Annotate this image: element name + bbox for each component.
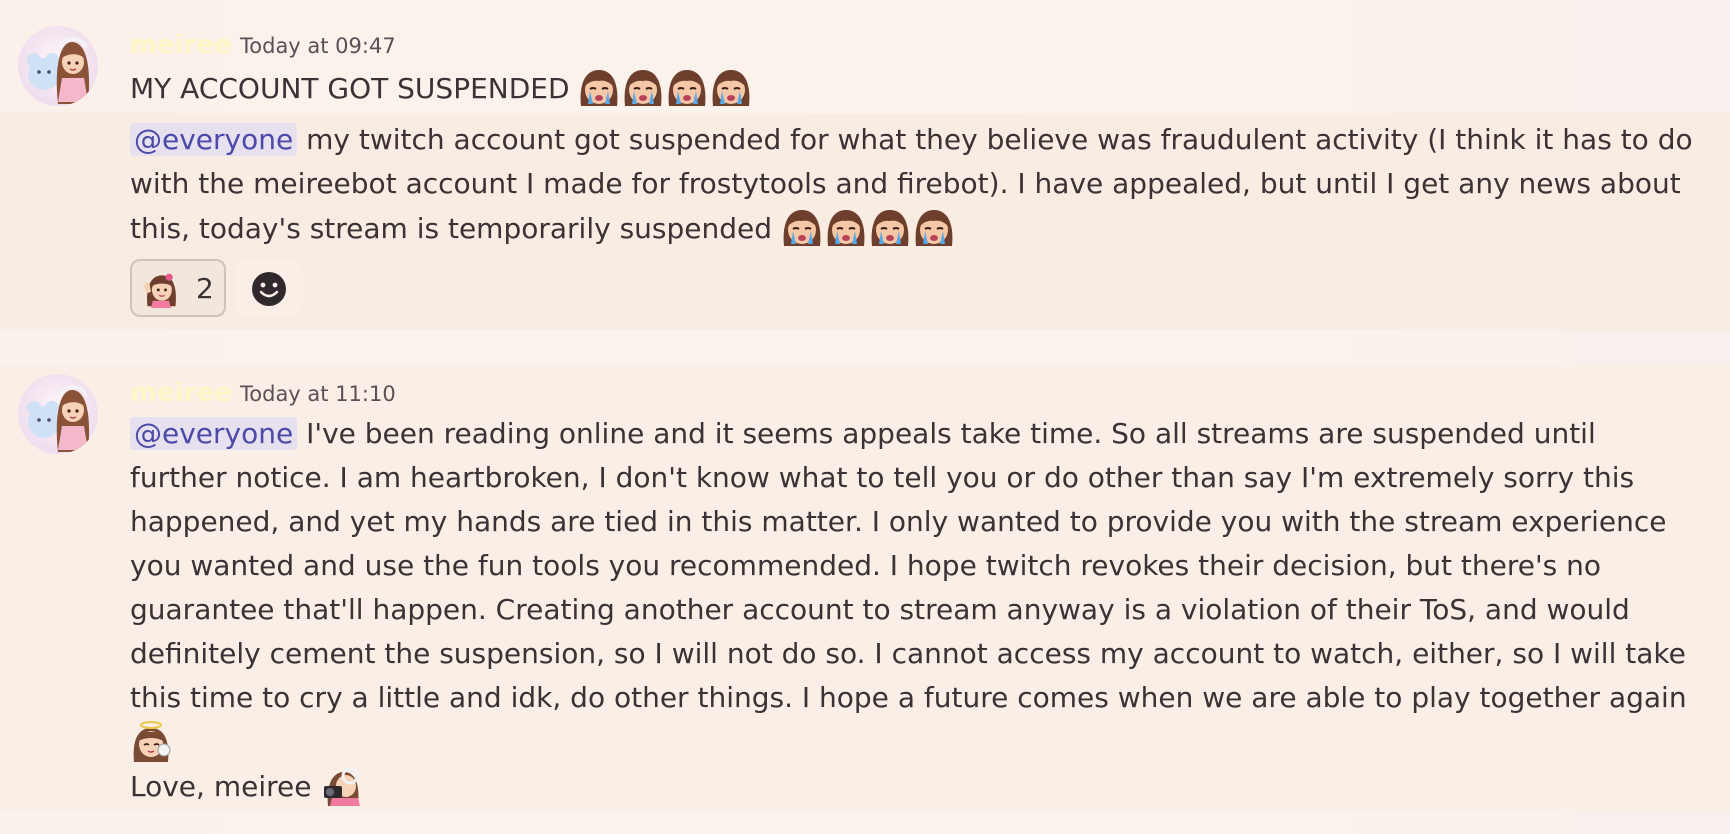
crying-girl-emoji [825, 206, 867, 248]
reaction-button[interactable]: 2 [130, 259, 226, 317]
timestamp[interactable]: Today at 11:10 [240, 382, 396, 406]
message-text-line: guarantee that'll happen. Creating anoth… [130, 593, 1630, 626]
mention-everyone[interactable]: @everyone [130, 123, 298, 156]
avatar[interactable] [18, 26, 98, 106]
crying-girl-emoji [666, 66, 708, 108]
message-1: meiree Today at 09:47 MY ACCOUNT GOT SUS… [0, 0, 1730, 330]
message-text: this, today's stream is temporarily susp… [130, 212, 773, 245]
crying-girl-emoji [622, 66, 664, 108]
crying-girl-emoji [578, 66, 620, 108]
timestamp[interactable]: Today at 09:47 [240, 34, 396, 58]
reaction-count: 2 [196, 272, 214, 305]
message-2: meiree Today at 11:10 @everyone I've bee… [0, 364, 1730, 812]
avatar-image [18, 374, 98, 454]
avatar-image [18, 26, 98, 106]
message-text-line: this time to cry a little and idk, do ot… [130, 681, 1687, 714]
message-text: my twitch account got suspended for what… [306, 123, 1693, 156]
crying-girl-emoji [781, 206, 823, 248]
angel-girl-emoji [130, 720, 172, 762]
message-text-line: MY ACCOUNT GOT SUSPENDED [130, 66, 754, 111]
smiley-icon [252, 272, 286, 306]
camera-girl-emoji [320, 764, 362, 806]
message-text-line [130, 720, 174, 765]
message-text-line: with the meireebot account I made for fr… [130, 167, 1681, 200]
crying-girl-emoji [913, 206, 955, 248]
message-text-line: definitely cement the suspension, so I w… [130, 637, 1686, 670]
message-text-line: @everyone I've been reading online and i… [130, 412, 1596, 456]
message-text-line: happened, and yet my hands are tied in t… [130, 505, 1667, 538]
message-text: MY ACCOUNT GOT SUSPENDED [130, 72, 570, 105]
message-text: I've been reading online and it seems ap… [306, 417, 1596, 450]
author-name[interactable]: meiree [130, 378, 232, 408]
message-text-line: further notice. I am heartbroken, I don'… [130, 461, 1635, 494]
message-text-line: this, today's stream is temporarily susp… [130, 206, 957, 251]
message-text-line: you wanted and use the fun tools you rec… [130, 549, 1602, 582]
signoff-text: Love, meiree [130, 770, 312, 803]
author-name[interactable]: meiree [130, 30, 232, 60]
crying-girl-emoji [869, 206, 911, 248]
add-reaction-button[interactable] [236, 259, 302, 317]
message-text-line: Love, meiree [130, 764, 364, 809]
meiree-wave-emoji [142, 270, 180, 308]
mention-everyone[interactable]: @everyone [130, 417, 298, 450]
message-text-line: @everyone my twitch account got suspende… [130, 118, 1693, 162]
avatar[interactable] [18, 374, 98, 454]
crying-girl-emoji [710, 66, 752, 108]
